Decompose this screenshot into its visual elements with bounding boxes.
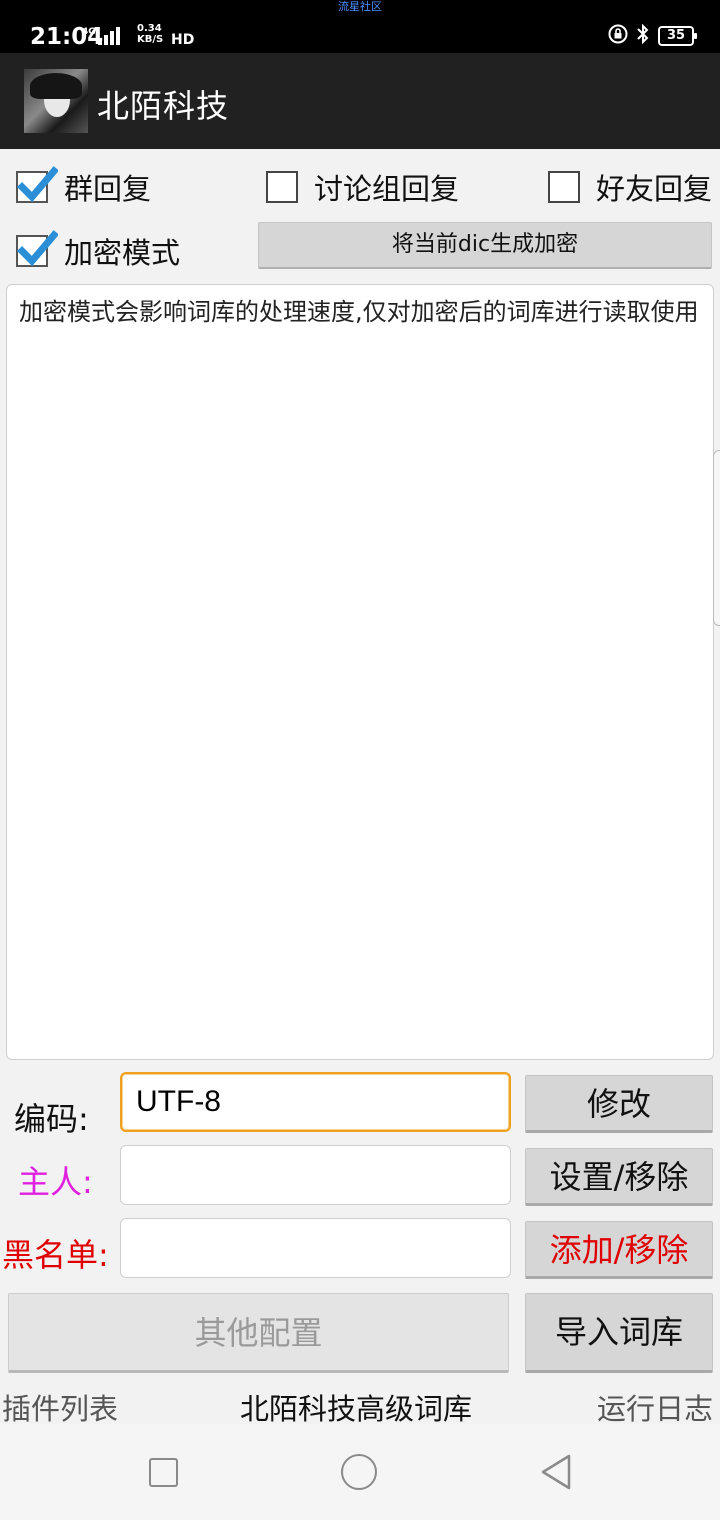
add-remove-button[interactable]: 添加/移除 xyxy=(525,1221,713,1279)
tab-advanced-dictionary[interactable]: 北陌科技高级词库 xyxy=(240,1386,472,1428)
bottom-tabs: 插件列表 北陌科技高级词库 运行日志 xyxy=(0,1380,720,1426)
home-icon[interactable] xyxy=(341,1454,377,1490)
navigation-bar xyxy=(0,1424,720,1520)
friend-reply-label: 好友回复 xyxy=(596,172,713,206)
owner-input[interactable] xyxy=(120,1145,511,1205)
battery-icon: 35 xyxy=(658,26,697,46)
signal-icon: 4G xyxy=(82,25,132,47)
group-reply-checkbox[interactable] xyxy=(16,166,58,203)
tab-plugins[interactable]: 插件列表 xyxy=(2,1386,118,1428)
status-bar: 流星社区 21:04 4G 0.34 KB/S HD 35 xyxy=(0,0,720,53)
encoding-label: 编码: xyxy=(14,1100,89,1138)
friend-reply-option[interactable]: 好友回复 xyxy=(548,166,712,208)
network-speed: 0.34 KB/S xyxy=(137,23,164,45)
recents-icon[interactable] xyxy=(149,1458,178,1487)
app-bar: 北陌科技 xyxy=(0,53,720,149)
check-icon xyxy=(17,166,58,203)
other-config-button[interactable]: 其他配置 xyxy=(8,1293,509,1373)
bluetooth-icon xyxy=(636,23,650,48)
encrypt-mode-label: 加密模式 xyxy=(64,236,181,270)
blacklist-input[interactable] xyxy=(120,1218,511,1278)
discussion-reply-option[interactable]: 讨论组回复 xyxy=(266,166,459,208)
encrypt-mode-option[interactable]: 加密模式 xyxy=(16,230,180,272)
lock-icon xyxy=(608,24,628,48)
set-remove-button[interactable]: 设置/移除 xyxy=(525,1148,713,1206)
edge-panel-handle[interactable] xyxy=(713,450,720,626)
app-title: 北陌科技 xyxy=(97,87,230,125)
discussion-reply-checkbox[interactable] xyxy=(266,171,298,203)
owner-label: 主人: xyxy=(18,1163,93,1201)
group-reply-label: 群回复 xyxy=(64,172,152,206)
encrypt-mode-checkbox[interactable] xyxy=(16,230,58,267)
network-type: 4G xyxy=(82,27,96,37)
friend-reply-checkbox[interactable] xyxy=(548,171,580,203)
blacklist-label: 黑名单: xyxy=(2,1236,109,1274)
encoding-input[interactable]: UTF-8 xyxy=(120,1072,511,1132)
check-icon xyxy=(17,230,58,267)
import-dictionary-button[interactable]: 导入词库 xyxy=(525,1293,713,1373)
status-notice: 流星社区 xyxy=(338,0,382,13)
tab-run-log[interactable]: 运行日志 xyxy=(597,1386,713,1428)
app-avatar xyxy=(24,69,88,133)
back-icon[interactable] xyxy=(540,1453,572,1495)
hd-indicator: HD xyxy=(171,32,195,48)
modify-button[interactable]: 修改 xyxy=(525,1075,713,1133)
discussion-reply-label: 讨论组回复 xyxy=(314,172,460,206)
message-textarea[interactable]: 加密模式会影响词库的处理速度,仅对加密后的词库进行读取使用 xyxy=(6,284,714,1060)
group-reply-option[interactable]: 群回复 xyxy=(16,166,151,208)
generate-encrypted-button[interactable]: 将当前dic生成加密 xyxy=(258,222,712,269)
